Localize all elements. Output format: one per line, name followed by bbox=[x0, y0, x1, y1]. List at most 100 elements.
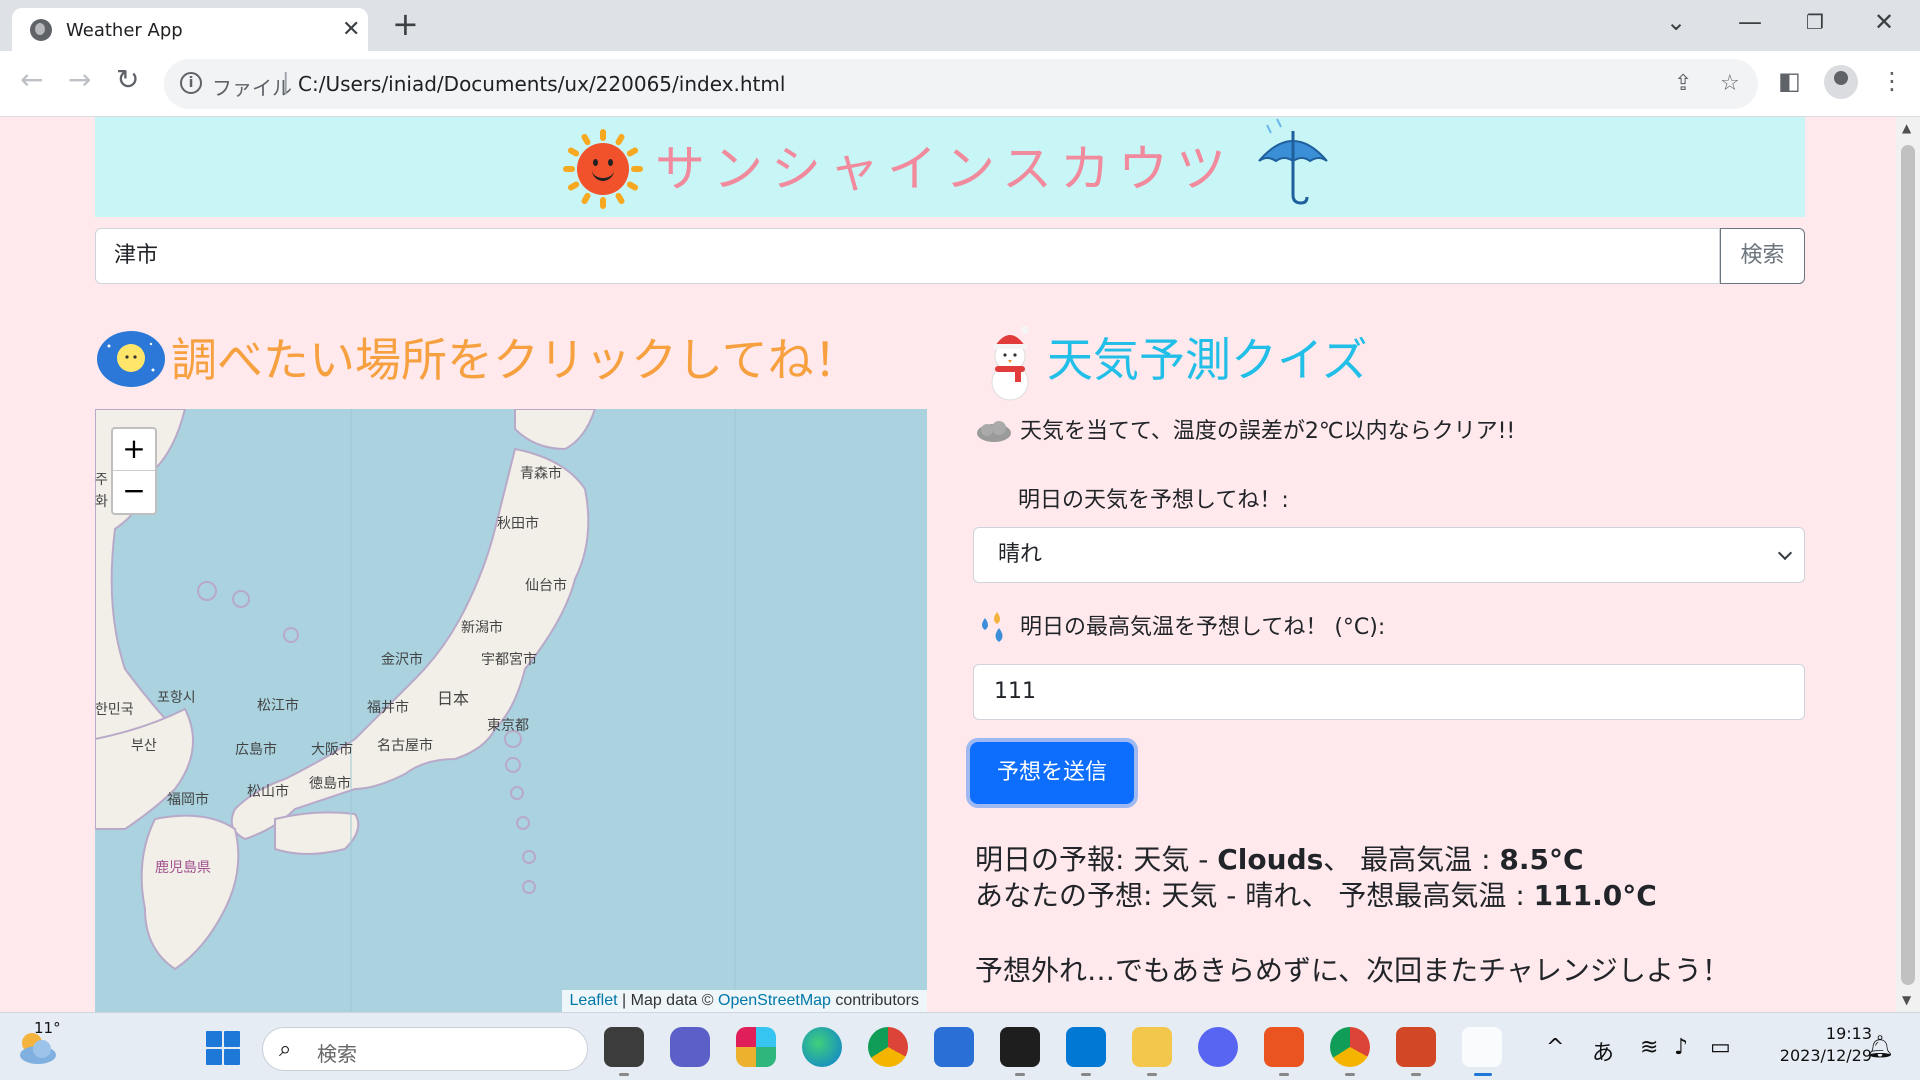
wifi-icon[interactable]: ≋ bbox=[1640, 1035, 1658, 1060]
chrome-h-icon[interactable] bbox=[1330, 1027, 1370, 1076]
web-page: サンシャインスカウツ 津市 検索 調べたい場所をクリックしてね！ 青森市 秋田市… bbox=[0, 117, 1896, 1012]
notification-bell-icon[interactable]: 🔔︎ bbox=[1866, 1035, 1894, 1060]
back-arrow-icon[interactable]: ← bbox=[20, 65, 43, 95]
scroll-down-icon[interactable]: ▼ bbox=[1902, 993, 1911, 1007]
city-label-niigata: 新潟市 bbox=[461, 620, 503, 636]
map-attribution: Leaflet | Map data © OpenStreetMap contr… bbox=[561, 990, 927, 1012]
scroll-up-icon[interactable]: ▲ bbox=[1902, 121, 1911, 135]
clock-time: 19:13 bbox=[1825, 1024, 1872, 1043]
address-divider: | bbox=[282, 70, 290, 95]
city-label-tokushima: 徳島市 bbox=[309, 776, 351, 792]
terminal-icon[interactable] bbox=[1000, 1027, 1040, 1076]
city-label-matsuyama: 松山市 bbox=[247, 784, 289, 800]
new-tab-button[interactable]: + bbox=[392, 8, 419, 40]
osm-link[interactable]: OpenStreetMap bbox=[718, 992, 831, 1009]
url-text[interactable]: C:/Users/iniad/Documents/ux/220065/index… bbox=[298, 72, 785, 96]
windows-start-icon[interactable] bbox=[206, 1031, 240, 1065]
taskbar-search[interactable]: ⌕ 検索 bbox=[262, 1027, 588, 1071]
site-banner: サンシャインスカウツ bbox=[95, 117, 1805, 217]
city-label-hwa: 화 bbox=[95, 494, 108, 510]
ime-indicator[interactable]: あ bbox=[1592, 1035, 1614, 1067]
powerpoint-icon[interactable] bbox=[1396, 1027, 1436, 1076]
temp-input[interactable]: 111 bbox=[973, 664, 1805, 720]
teams-icon[interactable] bbox=[670, 1027, 710, 1067]
taskbar: 11° ⌕ 検索 ^ あ ≋ ♪ ▭ 19:13 2023/12/29 🔔︎ bbox=[0, 1012, 1920, 1080]
city-label-ju: 주 bbox=[95, 472, 108, 488]
city-label-nihon: 日本 bbox=[437, 689, 470, 708]
snowman-icon bbox=[991, 326, 1029, 401]
task-view-icon[interactable] bbox=[604, 1027, 644, 1076]
guess-line: あなたの予想: 天気 - 晴れ、 予想最高気温 : 111.0°C bbox=[975, 878, 1657, 914]
site-info-icon[interactable]: i bbox=[180, 72, 202, 94]
browser-tabbar: Weather App ✕ + ⌄ — ❐ ✕ bbox=[0, 0, 1920, 51]
chrome-profile-icon[interactable] bbox=[868, 1027, 908, 1067]
quiz-title: 天気予測クイズ bbox=[1047, 333, 1368, 387]
city-search-input[interactable]: 津市 bbox=[95, 228, 1720, 284]
country-label-korea: 한민국 bbox=[95, 702, 134, 718]
quiz-rule: 天気を当てて、温度の誤差が2℃以内ならクリア!! bbox=[975, 413, 1515, 445]
browser-tab[interactable]: Weather App ✕ bbox=[12, 8, 368, 51]
city-label-aomori: 青森市 bbox=[520, 466, 562, 482]
city-label-matsue: 松江市 bbox=[257, 698, 299, 714]
menu-kebab-icon[interactable]: ⋮ bbox=[1880, 67, 1904, 95]
quiz-rule-text: 天気を当てて、温度の誤差が2℃以内ならクリア!! bbox=[1020, 419, 1516, 444]
water-drops-icon bbox=[982, 612, 1003, 642]
city-label-kanazawa: 金沢市 bbox=[381, 652, 423, 668]
city-label-hiroshima: 広島市 bbox=[235, 742, 277, 758]
restore-icon[interactable]: ❐ bbox=[1806, 10, 1824, 34]
search-icon: ⌕ bbox=[279, 1037, 292, 1062]
file-explorer-icon[interactable] bbox=[1132, 1027, 1172, 1076]
attribution-sep: | Map data © bbox=[617, 992, 718, 1009]
tab-close-icon[interactable]: ✕ bbox=[342, 17, 360, 42]
quiz-result: 明日の予報: 天気 - Clouds、 最高気温 : 8.5°C あなたの予想:… bbox=[975, 842, 1657, 914]
zoom-out-button[interactable]: − bbox=[113, 471, 155, 513]
tray-overflow-icon[interactable]: ^ bbox=[1546, 1035, 1564, 1060]
reload-icon[interactable]: ↻ bbox=[116, 65, 139, 95]
battery-icon[interactable]: ▭ bbox=[1710, 1035, 1731, 1060]
minimize-icon[interactable]: — bbox=[1738, 8, 1762, 36]
rain-cloud-icon bbox=[977, 421, 1011, 442]
sun-icon bbox=[563, 129, 643, 209]
system-clock[interactable]: 19:13 2023/12/29 bbox=[1762, 1023, 1872, 1067]
discord-icon[interactable] bbox=[1198, 1027, 1238, 1067]
forecast-line: 明日の予報: 天気 - Clouds、 最高気温 : 8.5°C bbox=[975, 842, 1657, 878]
share-icon[interactable]: ⇪ bbox=[1674, 71, 1692, 96]
forecast-mid: 、 最高気温 : bbox=[1323, 843, 1500, 876]
forecast-prefix: 明日の予報: 天気 - bbox=[975, 843, 1218, 876]
profile-avatar[interactable] bbox=[1824, 65, 1858, 99]
map-tiles[interactable] bbox=[95, 409, 927, 1012]
bookmark-star-icon[interactable]: ☆ bbox=[1720, 71, 1740, 96]
tab-search-icon[interactable]: ⌄ bbox=[1666, 8, 1686, 36]
globe-icon bbox=[30, 19, 52, 41]
slack-icon[interactable] bbox=[736, 1027, 776, 1067]
city-label-busan: 부산 bbox=[131, 738, 157, 754]
window-close-icon[interactable]: ✕ bbox=[1874, 8, 1894, 36]
leaflet-map[interactable]: 青森市 秋田市 仙台市 新潟市 金沢市 宇都宮市 日本 松江市 福井市 東京都 … bbox=[95, 409, 927, 1012]
scroll-thumb[interactable] bbox=[1901, 145, 1915, 985]
submit-guess-button[interactable]: 予想を送信 bbox=[970, 742, 1134, 804]
city-label-utsunomiya: 宇都宮市 bbox=[481, 652, 537, 668]
side-panel-icon[interactable]: ◧ bbox=[1778, 67, 1801, 95]
weather-select[interactable]: 晴れ bbox=[973, 527, 1805, 583]
search-button[interactable]: 検索 bbox=[1720, 228, 1805, 284]
volume-icon[interactable]: ♪ bbox=[1674, 1035, 1688, 1060]
zoom-control: + − bbox=[111, 427, 157, 515]
edge-icon[interactable] bbox=[802, 1027, 842, 1067]
ubuntu-icon[interactable] bbox=[1264, 1027, 1304, 1076]
page-scrollbar[interactable]: ▲ ▼ bbox=[1896, 117, 1920, 1012]
powershell-icon[interactable] bbox=[934, 1027, 974, 1067]
guess-prefix: あなたの予想: 天気 - 晴れ、 予想最高気温 : bbox=[975, 879, 1534, 912]
vscode-icon[interactable] bbox=[1066, 1027, 1106, 1076]
tab-title: Weather App bbox=[66, 20, 183, 41]
city-label-akita: 秋田市 bbox=[497, 516, 539, 532]
zoom-in-button[interactable]: + bbox=[113, 429, 155, 471]
forward-arrow-icon[interactable]: → bbox=[68, 65, 91, 95]
forecast-weather: Clouds bbox=[1217, 843, 1324, 876]
city-label-fukui: 福井市 bbox=[367, 700, 409, 716]
address-bar[interactable]: i ファイル | C:/Users/iniad/Documents/ux/220… bbox=[164, 59, 1758, 109]
umbrella-icon bbox=[1258, 118, 1328, 205]
leaflet-link[interactable]: Leaflet bbox=[570, 992, 618, 1009]
chrome-active-icon[interactable] bbox=[1462, 1027, 1502, 1076]
temp-question: 明日の最高気温を予想してね！ (°C): bbox=[975, 609, 1385, 646]
chevron-down-icon bbox=[1777, 545, 1793, 561]
